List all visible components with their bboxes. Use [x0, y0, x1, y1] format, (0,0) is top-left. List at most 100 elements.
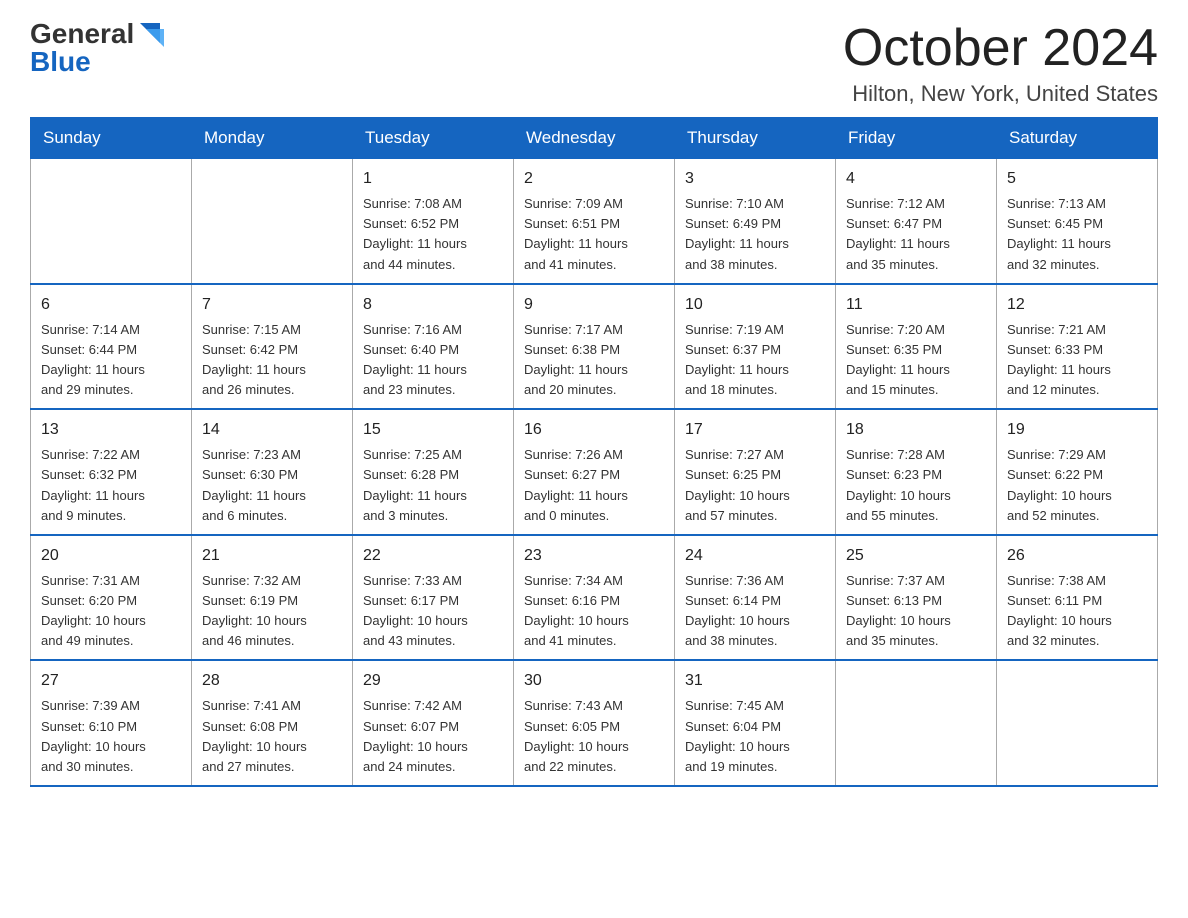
- weekday-header-wednesday: Wednesday: [514, 118, 675, 159]
- week-row-5: 27Sunrise: 7:39 AM Sunset: 6:10 PM Dayli…: [31, 660, 1158, 786]
- day-number: 14: [202, 418, 342, 442]
- day-number: 15: [363, 418, 503, 442]
- day-info: Sunrise: 7:39 AM Sunset: 6:10 PM Dayligh…: [41, 696, 181, 777]
- day-info: Sunrise: 7:29 AM Sunset: 6:22 PM Dayligh…: [1007, 445, 1147, 526]
- calendar-cell: 19 Sunrise: 7:29 AM Sunset: 6:22 PM Dayli…: [997, 409, 1158, 535]
- day-info: Sunrise: 7:34 AM Sunset: 6:16 PM Dayligh…: [524, 571, 664, 652]
- calendar-cell: 3 Sunrise: 7:10 AM Sunset: 6:49 PM Daylig…: [675, 159, 836, 284]
- calendar-cell: 21Sunrise: 7:32 AM Sunset: 6:19 PM Dayli…: [192, 535, 353, 661]
- day-info: Sunrise: 7:27 AM Sunset: 6:25 PM Dayligh…: [685, 445, 825, 526]
- day-number: 23: [524, 544, 664, 568]
- day-number: 12: [1007, 293, 1147, 317]
- calendar-cell: 30 Sunrise: 7:43 AM Sunset: 6:05 PM Dayli…: [514, 660, 675, 786]
- day-number: 4: [846, 167, 986, 191]
- day-number: 1: [363, 167, 503, 191]
- day-number: 3: [685, 167, 825, 191]
- day-number: 8: [363, 293, 503, 317]
- day-info: Sunrise: 7:13 AM Sunset: 6:45 PM Dayligh…: [1007, 194, 1147, 275]
- day-number: 16: [524, 418, 664, 442]
- calendar-cell: 18 Sunrise: 7:28 AM Sunset: 6:23 PM Dayli…: [836, 409, 997, 535]
- week-row-4: 20Sunrise: 7:31 AM Sunset: 6:20 PM Dayli…: [31, 535, 1158, 661]
- day-number: 22: [363, 544, 503, 568]
- weekday-header-tuesday: Tuesday: [353, 118, 514, 159]
- day-info: Sunrise: 7:15 AM Sunset: 6:42 PM Dayligh…: [202, 320, 342, 401]
- day-number: 28: [202, 669, 342, 693]
- day-number: 9: [524, 293, 664, 317]
- day-number: 10: [685, 293, 825, 317]
- day-number: 30: [524, 669, 664, 693]
- day-info: Sunrise: 7:23 AM Sunset: 6:30 PM Dayligh…: [202, 445, 342, 526]
- calendar-cell: 10Sunrise: 7:19 AM Sunset: 6:37 PM Dayli…: [675, 284, 836, 410]
- calendar-cell: 13 Sunrise: 7:22 AM Sunset: 6:32 PM Dayli…: [31, 409, 192, 535]
- day-number: 17: [685, 418, 825, 442]
- day-info: Sunrise: 7:45 AM Sunset: 6:04 PM Dayligh…: [685, 696, 825, 777]
- calendar-cell: 17 Sunrise: 7:27 AM Sunset: 6:25 PM Dayli…: [675, 409, 836, 535]
- calendar-cell: 11 Sunrise: 7:20 AM Sunset: 6:35 PM Dayli…: [836, 284, 997, 410]
- week-row-2: 6Sunrise: 7:14 AM Sunset: 6:44 PM Daylig…: [31, 284, 1158, 410]
- day-info: Sunrise: 7:38 AM Sunset: 6:11 PM Dayligh…: [1007, 571, 1147, 652]
- day-number: 2: [524, 167, 664, 191]
- weekday-header-saturday: Saturday: [997, 118, 1158, 159]
- calendar-cell: [31, 159, 192, 284]
- day-info: Sunrise: 7:14 AM Sunset: 6:44 PM Dayligh…: [41, 320, 181, 401]
- day-number: 7: [202, 293, 342, 317]
- weekday-header-sunday: Sunday: [31, 118, 192, 159]
- day-info: Sunrise: 7:43 AM Sunset: 6:05 PM Dayligh…: [524, 696, 664, 777]
- location-title: Hilton, New York, United States: [843, 81, 1158, 107]
- calendar-cell: 8Sunrise: 7:16 AM Sunset: 6:40 PM Daylig…: [353, 284, 514, 410]
- calendar-cell: 20Sunrise: 7:31 AM Sunset: 6:20 PM Dayli…: [31, 535, 192, 661]
- day-number: 29: [363, 669, 503, 693]
- calendar-cell: 16Sunrise: 7:26 AM Sunset: 6:27 PM Dayli…: [514, 409, 675, 535]
- day-number: 25: [846, 544, 986, 568]
- day-number: 13: [41, 418, 181, 442]
- day-info: Sunrise: 7:10 AM Sunset: 6:49 PM Dayligh…: [685, 194, 825, 275]
- week-row-1: 1 Sunrise: 7:08 AM Sunset: 6:52 PM Daylig…: [31, 159, 1158, 284]
- day-info: Sunrise: 7:21 AM Sunset: 6:33 PM Dayligh…: [1007, 320, 1147, 401]
- day-number: 18: [846, 418, 986, 442]
- day-info: Sunrise: 7:22 AM Sunset: 6:32 PM Dayligh…: [41, 445, 181, 526]
- calendar-cell: 6Sunrise: 7:14 AM Sunset: 6:44 PM Daylig…: [31, 284, 192, 410]
- header-area: General Blue October 2024 Hilton, New Yo…: [30, 20, 1158, 107]
- day-info: Sunrise: 7:12 AM Sunset: 6:47 PM Dayligh…: [846, 194, 986, 275]
- day-info: Sunrise: 7:17 AM Sunset: 6:38 PM Dayligh…: [524, 320, 664, 401]
- calendar-cell: 25 Sunrise: 7:37 AM Sunset: 6:13 PM Dayli…: [836, 535, 997, 661]
- day-number: 26: [1007, 544, 1147, 568]
- calendar-cell: 29 Sunrise: 7:42 AM Sunset: 6:07 PM Dayli…: [353, 660, 514, 786]
- logo-blue: Blue: [30, 48, 91, 76]
- day-number: 19: [1007, 418, 1147, 442]
- calendar-cell: 1 Sunrise: 7:08 AM Sunset: 6:52 PM Daylig…: [353, 159, 514, 284]
- day-number: 24: [685, 544, 825, 568]
- day-info: Sunrise: 7:09 AM Sunset: 6:51 PM Dayligh…: [524, 194, 664, 275]
- weekday-header-monday: Monday: [192, 118, 353, 159]
- weekday-header-friday: Friday: [836, 118, 997, 159]
- logo-triangle-icon: [136, 19, 164, 47]
- calendar-cell: 2 Sunrise: 7:09 AM Sunset: 6:51 PM Daylig…: [514, 159, 675, 284]
- calendar-table: SundayMondayTuesdayWednesdayThursdayFrid…: [30, 117, 1158, 787]
- day-number: 21: [202, 544, 342, 568]
- calendar-cell: [997, 660, 1158, 786]
- calendar-cell: 22Sunrise: 7:33 AM Sunset: 6:17 PM Dayli…: [353, 535, 514, 661]
- calendar-cell: 24 Sunrise: 7:36 AM Sunset: 6:14 PM Dayli…: [675, 535, 836, 661]
- day-info: Sunrise: 7:41 AM Sunset: 6:08 PM Dayligh…: [202, 696, 342, 777]
- calendar-cell: 9 Sunrise: 7:17 AM Sunset: 6:38 PM Daylig…: [514, 284, 675, 410]
- calendar-cell: 26 Sunrise: 7:38 AM Sunset: 6:11 PM Dayli…: [997, 535, 1158, 661]
- weekday-header-thursday: Thursday: [675, 118, 836, 159]
- day-info: Sunrise: 7:20 AM Sunset: 6:35 PM Dayligh…: [846, 320, 986, 401]
- day-info: Sunrise: 7:42 AM Sunset: 6:07 PM Dayligh…: [363, 696, 503, 777]
- day-info: Sunrise: 7:36 AM Sunset: 6:14 PM Dayligh…: [685, 571, 825, 652]
- calendar-cell: 12 Sunrise: 7:21 AM Sunset: 6:33 PM Dayli…: [997, 284, 1158, 410]
- day-info: Sunrise: 7:08 AM Sunset: 6:52 PM Dayligh…: [363, 194, 503, 275]
- week-row-3: 13 Sunrise: 7:22 AM Sunset: 6:32 PM Dayli…: [31, 409, 1158, 535]
- day-number: 11: [846, 293, 986, 317]
- weekday-header-row: SundayMondayTuesdayWednesdayThursdayFrid…: [31, 118, 1158, 159]
- calendar-cell: 14 Sunrise: 7:23 AM Sunset: 6:30 PM Dayli…: [192, 409, 353, 535]
- logo: General Blue: [30, 20, 164, 76]
- day-number: 31: [685, 669, 825, 693]
- calendar-cell: 4 Sunrise: 7:12 AM Sunset: 6:47 PM Daylig…: [836, 159, 997, 284]
- day-info: Sunrise: 7:28 AM Sunset: 6:23 PM Dayligh…: [846, 445, 986, 526]
- calendar-cell: 27Sunrise: 7:39 AM Sunset: 6:10 PM Dayli…: [31, 660, 192, 786]
- logo-general: General: [30, 20, 134, 48]
- day-info: Sunrise: 7:37 AM Sunset: 6:13 PM Dayligh…: [846, 571, 986, 652]
- month-title: October 2024: [843, 20, 1158, 77]
- day-number: 5: [1007, 167, 1147, 191]
